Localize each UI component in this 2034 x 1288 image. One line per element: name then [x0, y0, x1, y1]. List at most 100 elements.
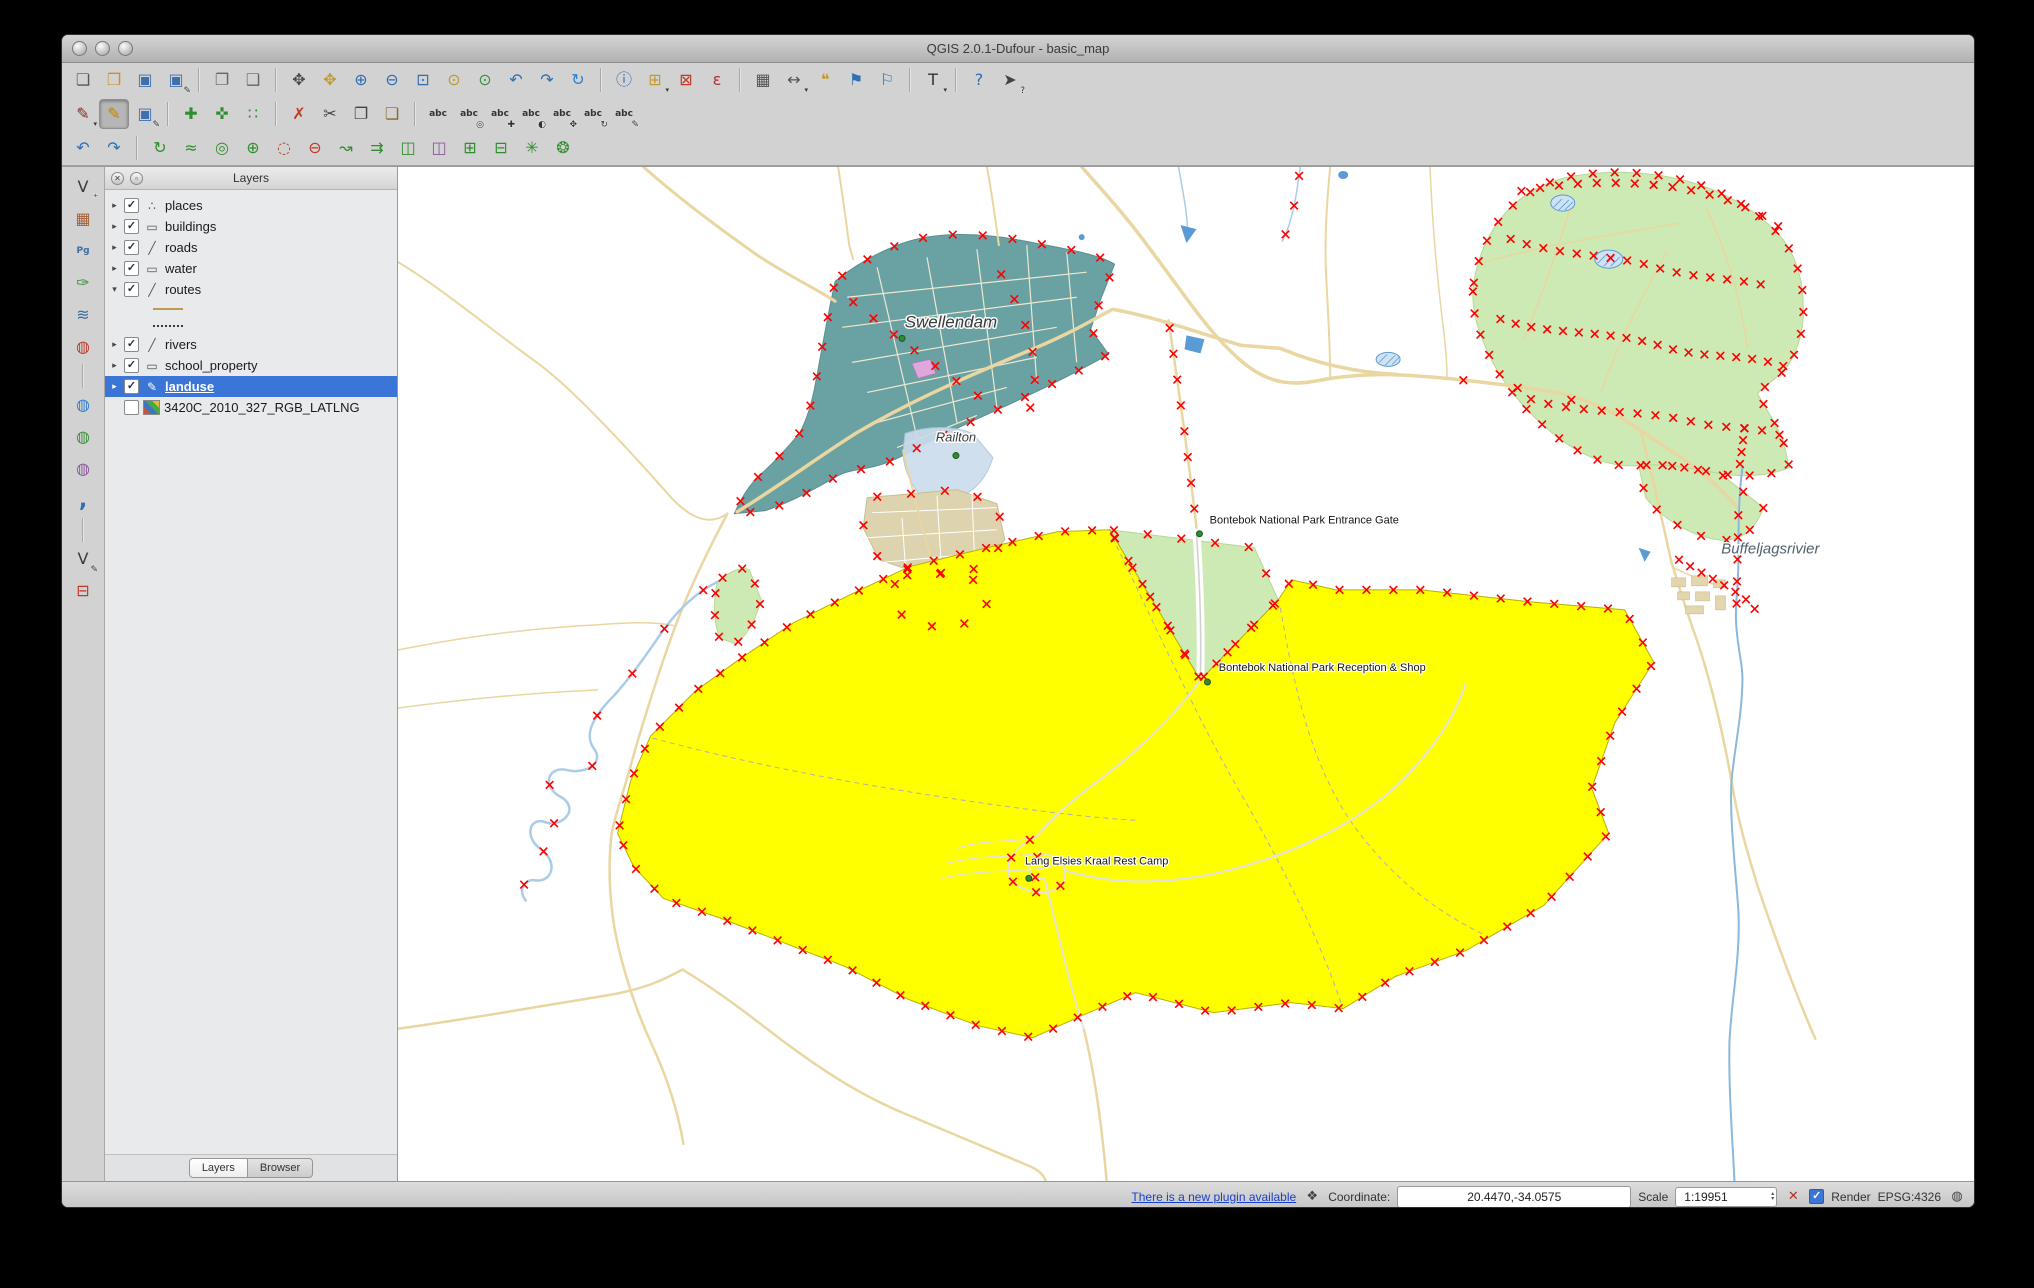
change-label-properties-button[interactable]: abc ✎	[609, 99, 639, 130]
layer-visibility-checkbox[interactable]: ✓	[124, 379, 139, 394]
layer-item-landuse[interactable]: ▸ ✓ ✎ landuse	[105, 376, 397, 397]
coordinate-input[interactable]	[1397, 1185, 1632, 1207]
select-features-button[interactable]: ⊞ ▾	[640, 65, 670, 95]
layer-visibility-checkbox[interactable]: ✓	[124, 358, 139, 373]
vertex-marker-icon[interactable]	[1750, 604, 1760, 614]
add-wms-layer-button[interactable]: ◍	[68, 390, 98, 420]
expand-arrow-icon[interactable]: ▸	[109, 221, 120, 232]
vertex-marker-icon[interactable]	[592, 711, 602, 721]
map-canvas[interactable]: Swellendam Railton Bontebok National Park …	[398, 167, 1974, 1181]
layer-name[interactable]: landuse	[165, 379, 214, 394]
layer-item-water[interactable]: ▸ ✓ ▭ water	[105, 258, 397, 279]
pan-to-selection-button[interactable]: ✥	[315, 65, 345, 95]
layer-visibility-checkbox[interactable]	[124, 400, 139, 415]
add-postgis-layer-button[interactable]: Pg	[68, 236, 98, 266]
layer-name[interactable]: places	[165, 198, 203, 213]
merge-selected-features-button[interactable]: ⊞	[455, 133, 485, 163]
layer-visibility-checkbox[interactable]: ✓	[124, 282, 139, 297]
vertex-marker-icon[interactable]	[1517, 186, 1526, 196]
vertex-marker-icon[interactable]	[1708, 574, 1718, 584]
layer-item-roads[interactable]: ▸ ✓ ╱ roads	[105, 237, 397, 258]
render-checkbox[interactable]: ✓	[1809, 1189, 1825, 1204]
add-wcs-layer-button[interactable]: ◍	[68, 422, 98, 452]
expand-arrow-icon[interactable]: ▸	[109, 360, 120, 371]
expand-arrow-icon[interactable]: ▸	[109, 381, 120, 392]
show-bookmarks-button[interactable]: ⚐	[872, 65, 902, 95]
scale-combo[interactable]: 1:19951 ▴ ▾	[1675, 1186, 1778, 1207]
add-raster-layer-button[interactable]: ▦	[68, 204, 98, 234]
paste-features-button[interactable]: ❏	[377, 99, 407, 129]
vertex-marker-icon[interactable]	[1281, 229, 1290, 239]
text-annotation-dropdown-arrow[interactable]: ▾	[943, 86, 947, 94]
crs-status-icon[interactable]: ◍	[1948, 1188, 1966, 1206]
expand-arrow-icon[interactable]: ▾	[109, 284, 120, 295]
layer-item-3420C_2010_327_RGB_LATLNG[interactable]: 3420C_2010_327_RGB_LATLNG	[105, 397, 397, 418]
highlight-pinned-labels-button[interactable]: abc ◎	[454, 99, 484, 130]
add-vector-layer-button[interactable]: V ⁺	[68, 172, 98, 204]
whats-this-button[interactable]: ➤?	[995, 65, 1025, 97]
remove-layer-button[interactable]: ⊟	[68, 576, 98, 606]
zoom-in-button[interactable]: ⊕	[346, 65, 376, 95]
add-part-button[interactable]: ⊕	[238, 133, 268, 163]
text-annotation-button[interactable]: T ▾	[918, 65, 948, 95]
expand-arrow-icon[interactable]: ▸	[109, 339, 120, 350]
tab-browser[interactable]: Browser	[247, 1158, 314, 1178]
split-features-button[interactable]: ◫	[393, 133, 423, 163]
add-oracle-layer-button[interactable]: ◍	[68, 332, 98, 362]
identify-features-button[interactable]: ⓘ	[609, 65, 639, 95]
layer-visibility-checkbox[interactable]: ✓	[124, 240, 139, 255]
new-print-composer-button[interactable]: ❐	[207, 65, 237, 95]
layer-item-rivers[interactable]: ▸ ✓ ╱ rivers	[105, 334, 397, 355]
zoom-to-layer-button[interactable]: ⊙	[470, 65, 500, 95]
reshape-features-button[interactable]: ↝	[331, 133, 361, 163]
rotate-label-button[interactable]: abc ↻	[578, 99, 608, 130]
add-spatialite-layer-button[interactable]: ✑	[68, 268, 98, 298]
current-edits-button[interactable]: ✎ ▾	[68, 99, 98, 129]
delete-selected-button[interactable]: ✗	[284, 99, 314, 129]
vertex-marker-icon[interactable]	[698, 585, 708, 595]
save-project-button[interactable]: ▣	[130, 65, 160, 95]
new-plugin-link[interactable]: There is a new plugin available	[1131, 1190, 1296, 1204]
delete-part-button[interactable]: ⊖	[300, 133, 330, 163]
expand-arrow-icon[interactable]: ▸	[109, 242, 120, 253]
close-button[interactable]	[72, 41, 87, 56]
layer-visibility-checkbox[interactable]: ✓	[124, 261, 139, 276]
layer-name[interactable]: buildings	[165, 219, 216, 234]
new-bookmark-button[interactable]: ⚑	[841, 65, 871, 95]
move-label-button[interactable]: abc ✥	[547, 99, 577, 130]
layer-visibility-checkbox[interactable]: ✓	[124, 198, 139, 213]
vertex-marker-icon[interactable]	[519, 880, 529, 889]
composer-manager-button[interactable]: ❑	[238, 65, 268, 95]
layer-item-routes[interactable]: ▾ ✓ ╱ routes	[105, 279, 397, 300]
vertex-marker-icon[interactable]	[660, 624, 669, 634]
vertex-marker-icon[interactable]	[1697, 568, 1706, 577]
split-parts-button[interactable]: ◫	[424, 133, 454, 163]
add-wfs-layer-button[interactable]: ◍	[68, 454, 98, 484]
selected-landuse-polygon[interactable]	[617, 529, 1655, 1039]
merge-attributes-button[interactable]: ⊟	[486, 133, 516, 163]
new-shapefile-layer-button[interactable]: V ✎	[68, 544, 98, 576]
layer-name[interactable]: routes	[165, 282, 201, 297]
rotate-feature-button[interactable]: ↻	[145, 133, 175, 163]
deselect-all-button[interactable]: ⊠	[671, 65, 701, 95]
save-project-as-button[interactable]: ▣ ✎	[161, 65, 191, 97]
vertex-marker-icon[interactable]	[587, 761, 597, 771]
vertex-marker-icon[interactable]	[627, 669, 637, 678]
title-bar[interactable]: QGIS 2.0.1-Dufour - basic_map	[62, 35, 1974, 63]
copy-features-button[interactable]: ❐	[346, 99, 376, 129]
layer-name[interactable]: water	[165, 261, 197, 276]
layer-name[interactable]: roads	[165, 240, 198, 255]
redo-button[interactable]: ↷	[99, 133, 129, 163]
add-mssql-layer-button[interactable]: ≋	[68, 300, 98, 330]
layer-item-buildings[interactable]: ▸ ✓ ▭ buildings	[105, 216, 397, 237]
layer-name[interactable]: rivers	[165, 337, 197, 352]
show-hide-labels-button[interactable]: abc ◐	[516, 99, 546, 130]
open-project-button[interactable]: ❒	[99, 65, 129, 95]
cut-features-button[interactable]: ✂	[315, 99, 345, 129]
zoom-out-button[interactable]: ⊖	[377, 65, 407, 95]
layer-item-school_property[interactable]: ▸ ✓ ▭ school_property	[105, 355, 397, 376]
add-delimited-text-layer-button[interactable]: ,	[68, 486, 98, 516]
offset-curve-button[interactable]: ⇉	[362, 133, 392, 163]
new-project-button[interactable]: ❏	[68, 65, 98, 95]
minimize-button[interactable]	[95, 41, 110, 56]
